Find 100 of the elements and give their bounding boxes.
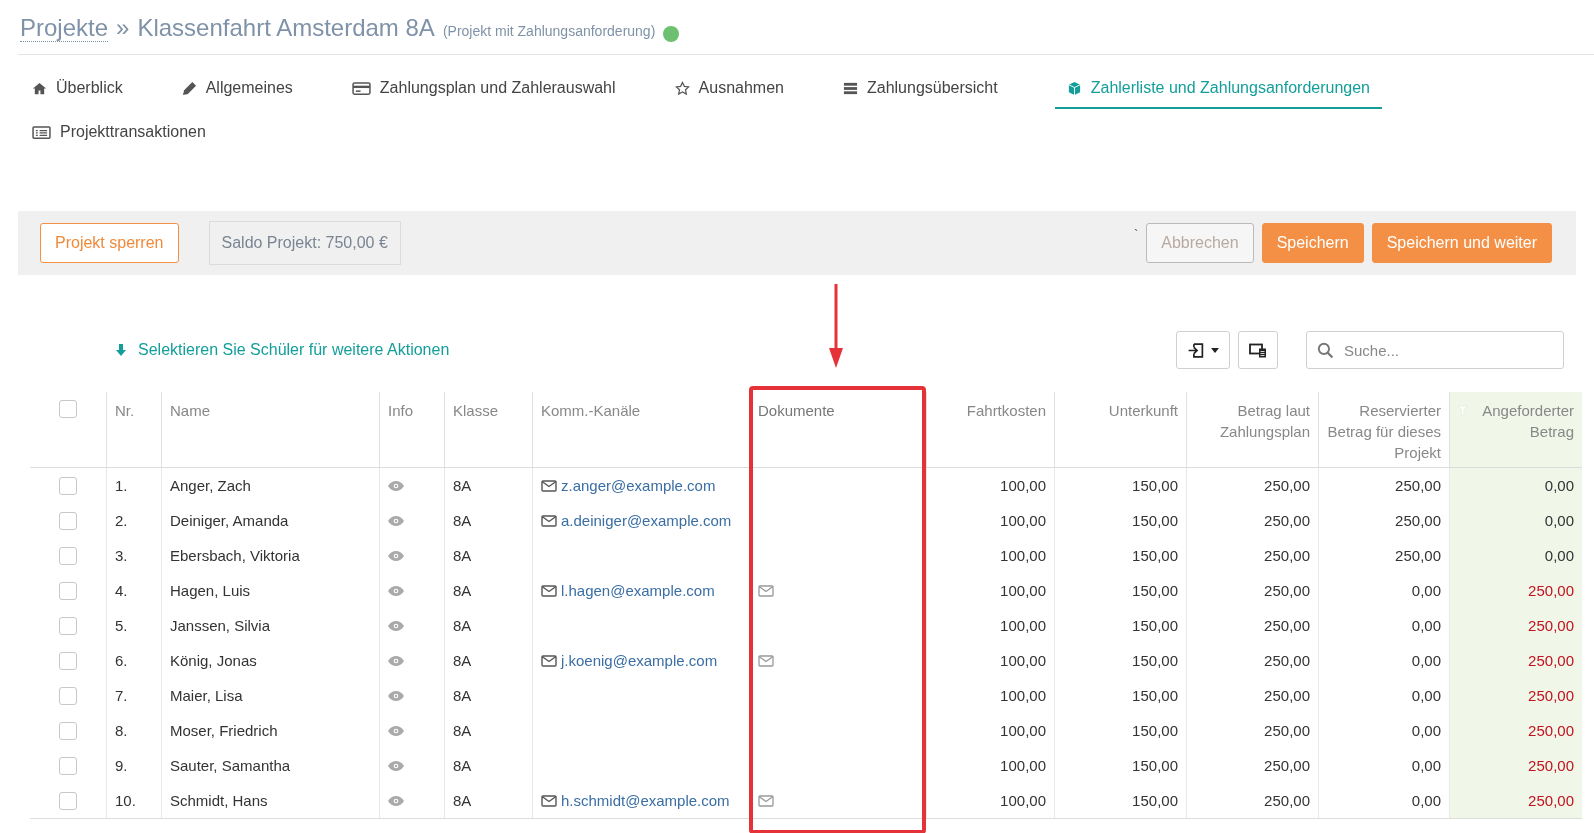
requested-amount: 250,00	[1528, 687, 1574, 704]
student-name: König, Jonas	[170, 652, 257, 669]
import-dropdown-button[interactable]	[1176, 331, 1230, 369]
column-header: Info	[388, 401, 414, 421]
email-address: a.deiniger@example.com	[561, 512, 732, 529]
tab[interactable]: Projekttransaktionen	[30, 113, 209, 153]
amount: 100,00	[1000, 582, 1046, 599]
save-and-continue-button[interactable]: Speichern und weiter	[1371, 223, 1552, 263]
amount: 250,00	[1395, 512, 1441, 529]
amount: 0,00	[1411, 792, 1441, 809]
eye-icon[interactable]	[388, 760, 404, 771]
amount: 250,00	[1264, 652, 1310, 669]
class-name: 8A	[453, 582, 472, 599]
student-name: Moser, Friedrich	[170, 722, 278, 739]
stacked-bars-icon	[842, 80, 858, 96]
amount: 150,00	[1132, 582, 1178, 599]
selection-hint-link[interactable]: Selektieren Sie Schüler für weitere Aktionen	[138, 341, 450, 359]
amount: 0,00	[1411, 687, 1441, 704]
class-name: 8A	[453, 792, 472, 809]
column-header: Reservierter Betrag für dieses Projekt	[1327, 401, 1441, 463]
tab[interactable]: Zahlerliste und Zahlungsanforderungen	[1054, 69, 1382, 109]
amount: 100,00	[1000, 652, 1046, 669]
amount: 100,00	[1000, 687, 1046, 704]
row-checkbox[interactable]	[59, 791, 77, 810]
student-name: Sauter, Samantha	[170, 757, 291, 774]
credit-card-icon	[351, 80, 371, 96]
amount: 100,00	[1000, 512, 1046, 529]
amount: 150,00	[1132, 652, 1178, 669]
eye-icon[interactable]	[388, 620, 404, 631]
row-checkbox[interactable]	[59, 616, 77, 635]
email-address: l.hagen@example.com	[561, 582, 715, 599]
row-checkbox[interactable]	[59, 581, 77, 600]
tab[interactable]: Zahlungsübersicht	[840, 69, 1001, 109]
column-header: Angeforderter Betrag	[1481, 401, 1574, 442]
row-number: 5.	[115, 617, 128, 634]
tab[interactable]: Zahlungsplan und Zahlerauswahl	[349, 69, 619, 109]
amount: 0,00	[1411, 652, 1441, 669]
column-header: Fahrtkosten	[966, 401, 1046, 421]
row-checkbox[interactable]	[59, 546, 77, 565]
class-name: 8A	[453, 757, 472, 774]
amount: 250,00	[1264, 512, 1310, 529]
envelope-icon	[541, 514, 557, 527]
search-field[interactable]: Suche...	[1306, 331, 1564, 369]
eye-icon[interactable]	[388, 725, 404, 736]
amount: 150,00	[1132, 547, 1178, 564]
eye-icon[interactable]	[388, 795, 404, 806]
amount: 0,00	[1411, 757, 1441, 774]
devices-button[interactable]	[1238, 331, 1278, 369]
row-checkbox[interactable]	[59, 511, 77, 530]
amount: 100,00	[1000, 757, 1046, 774]
cancel-button[interactable]: Abbrechen	[1146, 223, 1254, 263]
class-name: 8A	[453, 617, 472, 634]
column-header: Klasse	[453, 401, 499, 421]
select-all-checkbox[interactable]	[59, 400, 77, 418]
envelope-icon	[541, 794, 557, 807]
amount: 250,00	[1264, 722, 1310, 739]
row-checkbox[interactable]	[59, 756, 77, 775]
save-button[interactable]: Speichern	[1261, 223, 1364, 263]
tab[interactable]: Überblick	[30, 69, 126, 109]
column-header: Dokumente	[758, 401, 835, 421]
eye-icon[interactable]	[388, 515, 404, 526]
balance-display: Saldo Projekt: 750,00 €	[208, 221, 401, 265]
email-address: h.schmidt@example.com	[561, 792, 730, 809]
row-checkbox[interactable]	[59, 651, 77, 670]
amount: 100,00	[1000, 792, 1046, 809]
eye-icon[interactable]	[388, 480, 404, 491]
requested-amount: 0,00	[1544, 477, 1574, 494]
student-name: Deiniger, Amanda	[170, 512, 289, 529]
row-number: 4.	[115, 582, 128, 599]
eye-icon[interactable]	[388, 585, 404, 596]
column-header: Unterkunft	[1108, 401, 1178, 421]
search-icon	[1317, 342, 1334, 359]
row-checkbox[interactable]	[59, 686, 77, 705]
requested-amount: 0,00	[1544, 512, 1574, 529]
eye-icon[interactable]	[388, 690, 404, 701]
amount: 250,00	[1264, 582, 1310, 599]
envelope-icon	[758, 584, 774, 597]
student-name: Janssen, Silvia	[170, 617, 271, 634]
amount: 250,00	[1264, 477, 1310, 494]
tab[interactable]: Ausnahmen	[672, 69, 787, 109]
row-checkbox[interactable]	[59, 721, 77, 740]
amount: 250,00	[1264, 757, 1310, 774]
lock-project-button[interactable]: Projekt sperren	[40, 223, 179, 263]
row-checkbox[interactable]	[59, 476, 77, 495]
student-name: Schmidt, Hans	[170, 792, 268, 809]
star-icon	[674, 80, 690, 96]
email-address: j.koenig@example.com	[561, 652, 718, 669]
eye-icon[interactable]	[388, 655, 404, 666]
requested-amount: 0,00	[1544, 547, 1574, 564]
breadcrumb-link[interactable]: Projekte	[20, 15, 109, 42]
eye-icon[interactable]	[388, 550, 404, 561]
envelope-icon	[758, 794, 774, 807]
amount: 150,00	[1132, 792, 1178, 809]
tab[interactable]: Allgemeines	[179, 69, 296, 109]
amount: 150,00	[1132, 687, 1178, 704]
envelope-icon	[758, 654, 774, 667]
amount: 150,00	[1132, 512, 1178, 529]
row-number: 1.	[115, 477, 128, 494]
row-number: 7.	[115, 687, 128, 704]
status-dot-icon	[663, 26, 680, 42]
